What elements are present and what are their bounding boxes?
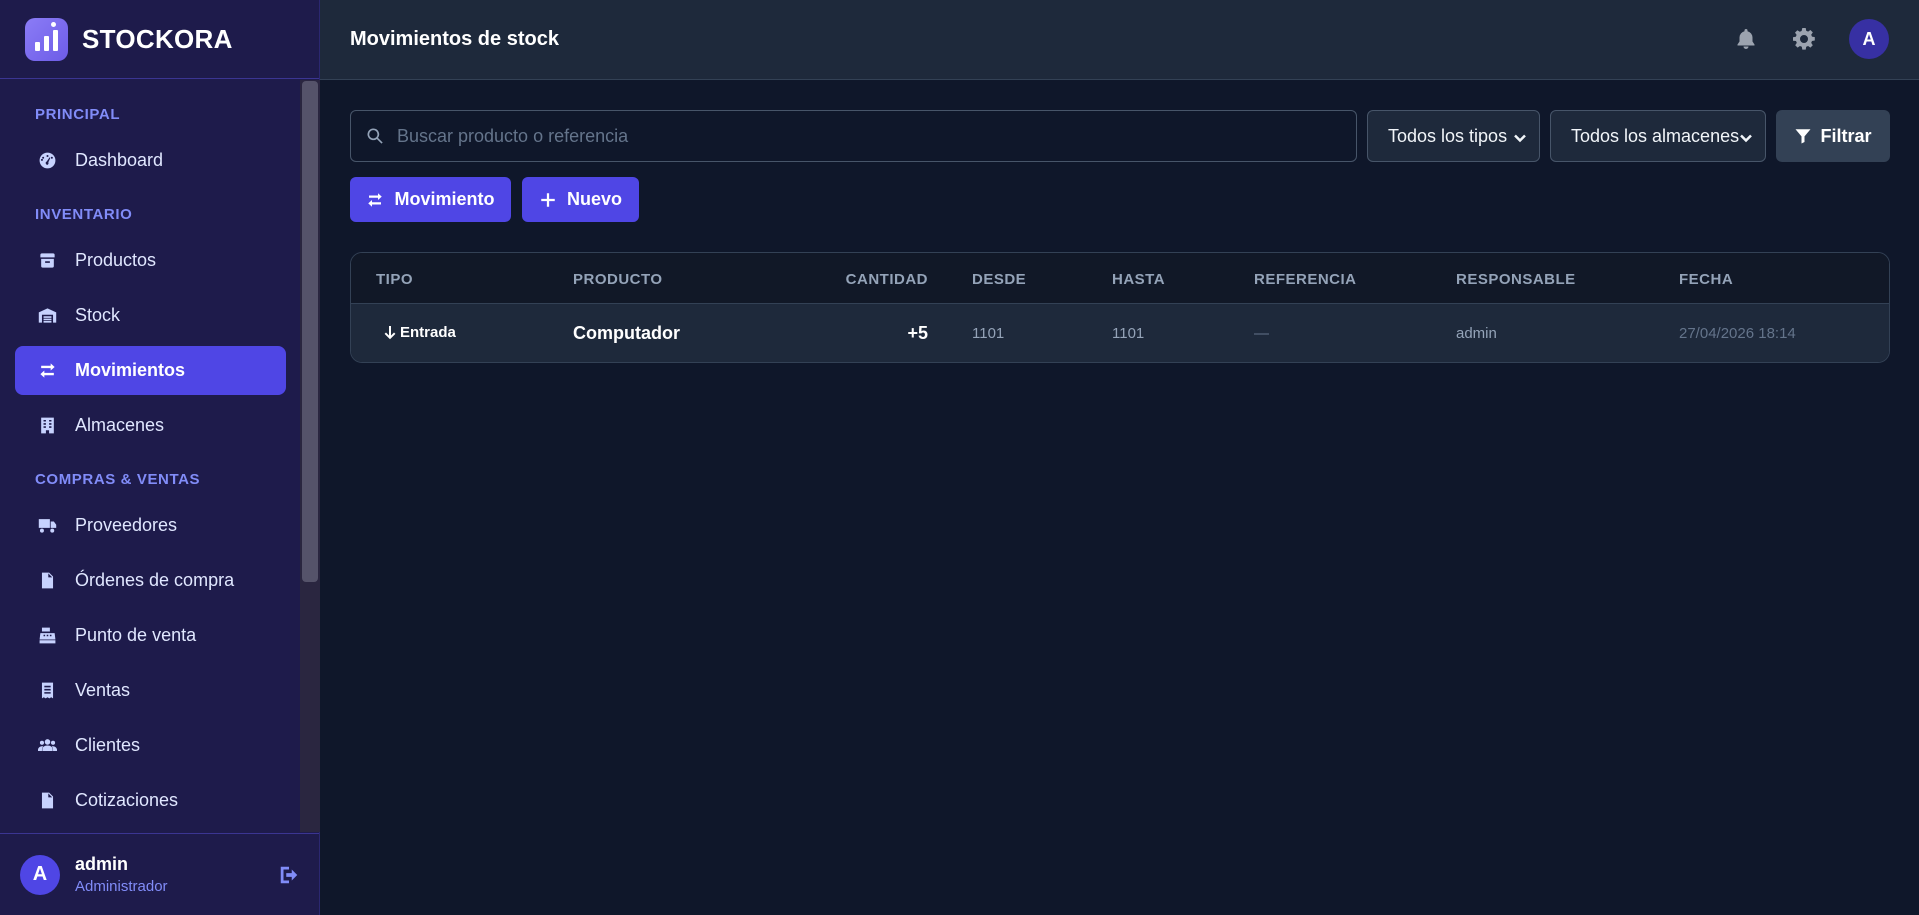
sidebar-item-dashboard[interactable]: Dashboard [15,136,286,185]
chevron-down-icon [1739,129,1753,143]
topbar-actions: A [1733,19,1889,59]
topbar: Movimientos de stock A [320,0,1919,80]
sidebar-item-label: Cotizaciones [75,790,179,810]
sidebar-item-almacenes[interactable]: Almacenes [15,401,286,450]
chevron-down-icon [1513,129,1527,143]
user-meta: admin Administrador [75,854,168,895]
file-icon [37,791,57,811]
search-icon [367,128,383,144]
search-box[interactable] [350,110,1357,162]
receipt-icon [37,681,57,701]
plus-icon [541,192,555,207]
sidebar-item-label: Punto de venta [75,625,197,645]
movement-type-badge: Entrada [384,324,456,341]
brand[interactable]: STOCKORA [0,0,319,79]
warehouse-select[interactable]: Todos los almacenes [1550,110,1766,162]
sidebar-item-ordenes-compra[interactable]: Órdenes de compra [15,556,286,605]
warehouse-icon [37,306,57,326]
cell-responsible: admin [1456,325,1497,342]
sidebar-item-ventas[interactable]: Ventas [15,666,286,715]
sidebar-item-label: Ventas [75,680,131,700]
cell-reference: — [1254,325,1269,342]
sidebar-item-label: Clientes [75,735,141,755]
movements-table: TIPO PRODUCTO CANTIDAD DESDE HASTA REFER… [350,252,1890,363]
building-icon [37,416,57,436]
new-button-label: Nuevo [566,189,622,209]
sidebar-item-clientes[interactable]: Clientes [15,721,286,770]
cell-quantity: +5 [907,323,928,343]
movement-button-label: Movimiento [394,189,495,209]
user-avatar[interactable]: A [20,854,60,895]
filter-button[interactable]: Filtrar [1776,110,1890,162]
brand-logo-icon [25,17,68,61]
sidebar-item-stock[interactable]: Stock [15,291,286,340]
cell-to: 1101 [1112,325,1145,342]
nav-section-principal: PRINCIPAL [35,106,121,123]
sidebar-item-movimientos[interactable]: Movimientos [15,346,286,395]
sidebar-item-label: Almacenes [75,415,165,435]
sidebar-item-label: Productos [75,250,157,270]
gear-icon[interactable] [1791,26,1817,52]
sidebar-item-label: Dashboard [75,150,164,170]
users-icon [37,736,57,756]
box-icon [37,251,57,271]
nav-section-compras-ventas: COMPRAS & VENTAS [35,471,201,488]
nav-section-inventario: INVENTARIO [35,206,133,223]
arrows-exchange-icon [37,361,57,381]
cell-from: 1101 [972,325,1005,342]
gauge-icon [37,151,57,171]
logout-icon[interactable] [278,864,300,886]
sidebar-item-label: Órdenes de compra [75,570,235,590]
movement-button[interactable]: Movimiento [350,177,511,222]
filter-button-label: Filtrar [1820,125,1872,146]
type-select[interactable]: Todos los tipos [1367,110,1540,162]
sidebar-item-label: Movimientos [75,360,186,380]
table-row[interactable]: Entrada Computador +5 1101 1101 — admin … [351,304,1889,362]
truck-icon [37,516,57,536]
user-name: admin [75,854,129,874]
user-role: Administrador [75,878,168,895]
column-header-referencia[interactable]: REFERENCIA [1254,271,1357,288]
column-header-fecha[interactable]: FECHA [1679,271,1733,288]
sidebar-item-productos[interactable]: Productos [15,236,286,285]
page-title: Movimientos de stock [350,28,559,50]
column-header-hasta[interactable]: HASTA [1112,271,1165,288]
arrows-exchange-icon [368,192,383,207]
type-select-value: Todos los tipos [1388,125,1508,146]
column-header-tipo[interactable]: TIPO [376,271,413,288]
user-panel: A admin Administrador [0,833,319,915]
new-button[interactable]: Nuevo [522,177,639,222]
cash-register-icon [37,626,57,646]
search-input[interactable] [397,125,1356,147]
sidebar-item-proveedores[interactable]: Proveedores [15,501,286,550]
topbar-avatar[interactable]: A [1849,19,1889,59]
cell-product: Computador [573,323,680,343]
sidebar: STOCKORA PRINCIPAL Dashboard INVENTARIO … [0,0,320,915]
column-header-desde[interactable]: DESDE [972,271,1026,288]
sidebar-item-label: Proveedores [75,515,178,535]
sidebar-scrollbar-thumb[interactable] [302,81,318,582]
bell-icon[interactable] [1733,26,1759,52]
sidebar-item-cotizaciones[interactable]: Cotizaciones [15,776,286,825]
column-header-cantidad[interactable]: CANTIDAD [846,271,928,288]
arrow-down-icon [384,325,396,339]
table-header: TIPO PRODUCTO CANTIDAD DESDE HASTA REFER… [351,253,1889,304]
movement-type-label: Entrada [400,324,456,341]
sidebar-item-punto-venta[interactable]: Punto de venta [15,611,286,660]
file-invoice-icon [37,571,57,591]
warehouse-select-value: Todos los almacenes [1571,125,1740,146]
column-header-responsable[interactable]: RESPONSABLE [1456,271,1576,288]
filter-icon [1795,129,1811,144]
cell-date: 27/04/2026 18:14 [1679,325,1796,342]
column-header-producto[interactable]: PRODUCTO [573,271,663,288]
sidebar-item-label: Stock [75,305,121,325]
brand-name: STOCKORA [82,23,233,54]
sidebar-nav: PRINCIPAL Dashboard INVENTARIO Productos… [0,80,300,832]
